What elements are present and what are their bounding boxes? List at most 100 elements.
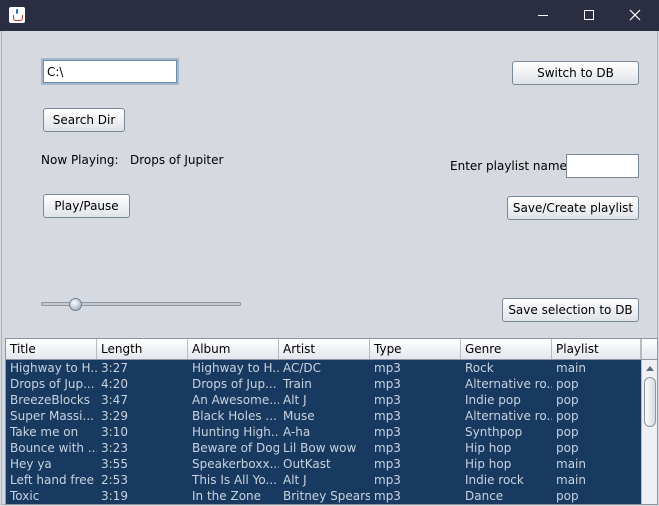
table-cell-length: 4:20: [101, 377, 128, 391]
table-row[interactable]: Highway to H... 3:27 Highway to H... AC/DC m…: [6, 360, 641, 376]
table-cell-playlist: main: [556, 473, 586, 487]
table-header: Title Length Album Artist Type Genre Playlist: [6, 339, 657, 360]
table-cell-type: mp3: [374, 489, 401, 503]
table-cell-playlist: main: [556, 361, 586, 375]
table-cell-artist: Britney Spears: [283, 489, 370, 503]
java-app-icon: [9, 7, 25, 23]
table-cell-artist: Alt J: [283, 473, 307, 487]
table-cell-playlist: pop: [556, 441, 579, 455]
table-cell-length: 3:27: [101, 361, 128, 375]
table-cell-title: BreezeBlocks: [10, 393, 91, 407]
search-dir-button[interactable]: Search Dir: [43, 108, 125, 132]
table-cell-album: This Is All Yo...: [192, 473, 277, 487]
table-cell-playlist: pop: [556, 489, 579, 503]
table-cell-album: Speakerboxx...: [192, 457, 279, 471]
table-cell-type: mp3: [374, 441, 401, 455]
table-cell-artist: AC/DC: [283, 361, 322, 375]
table-cell-length: 3:23: [101, 441, 128, 455]
volume-slider-thumb[interactable]: [69, 298, 83, 311]
table-cell-length: 3:19: [101, 489, 128, 503]
table-cell-length: 3:29: [101, 409, 128, 423]
table-row[interactable]: Toxic 3:19 In the Zone Britney Spears mp3 Dan…: [6, 488, 641, 504]
table-row[interactable]: BreezeBlocks 3:47 An Awesome... Alt J mp3 Ind…: [6, 392, 641, 408]
main-panel: Switch to DB Search Dir Now Playing: Dro…: [1, 31, 658, 505]
table-cell-title: Drops of Jup...: [10, 377, 95, 391]
table-row[interactable]: Take me on 3:10 Hunting High... A-ha mp3 Synt…: [6, 424, 641, 440]
table-cell-album: Black Holes ...: [192, 409, 277, 423]
table-cell-genre: Alternative ro...: [465, 377, 552, 391]
minimize-button[interactable]: [520, 0, 566, 31]
table-cell-playlist: pop: [556, 393, 579, 407]
table-cell-length: 3:10: [101, 425, 128, 439]
scroll-up-arrow-icon[interactable]: [645, 364, 655, 372]
switch-to-db-button[interactable]: Switch to DB: [512, 61, 639, 85]
table-cell-album: Hunting High...: [192, 425, 279, 439]
save-selection-to-db-button[interactable]: Save selection to DB: [502, 298, 639, 322]
table-cell-genre: Rock: [465, 361, 494, 375]
close-button[interactable]: [612, 0, 658, 31]
table-cell-title: Toxic: [10, 489, 40, 503]
minimize-icon: [538, 15, 548, 16]
table-cell-title: Bounce with ...: [10, 441, 97, 455]
table-cell-album: Drops of Jup...: [192, 377, 277, 391]
table-cell-type: mp3: [374, 393, 401, 407]
directory-path-input[interactable]: [41, 58, 179, 85]
playlist-name-input[interactable]: [566, 154, 639, 178]
table-cell-title: Super Massi...: [10, 409, 94, 423]
table-cell-artist: OutKast: [283, 457, 331, 471]
table-cell-genre: Hip hop: [465, 441, 512, 455]
table-cell-title: Hey ya: [10, 457, 52, 471]
now-playing-track: Drops of Jupiter: [130, 153, 224, 167]
table-row[interactable]: Super Massi... 3:29 Black Holes ... Muse mp3…: [6, 408, 641, 424]
column-header-artist[interactable]: Artist: [279, 339, 370, 359]
table-cell-type: mp3: [374, 377, 401, 391]
column-header-playlist[interactable]: Playlist: [552, 339, 641, 359]
scrollbar-thumb[interactable]: [644, 377, 656, 427]
title-bar: [0, 0, 659, 31]
table-cell-type: mp3: [374, 425, 401, 439]
table-cell-album: An Awesome...: [192, 393, 279, 407]
table-cell-artist: Alt J: [283, 393, 307, 407]
table-cell-title: Take me on: [10, 425, 79, 439]
table-cell-genre: Indie rock: [465, 473, 524, 487]
table-row[interactable]: Drops of Jup... 4:20 Drops of Jup... Train m…: [6, 376, 641, 392]
table-cell-length: 3:47: [101, 393, 128, 407]
table-cell-artist: Muse: [283, 409, 315, 423]
column-header-length[interactable]: Length: [97, 339, 188, 359]
table-cell-album: Highway to H...: [192, 361, 279, 375]
table-cell-artist: Lil Bow wow: [283, 441, 357, 455]
table-cell-length: 2:53: [101, 473, 128, 487]
table-cell-playlist: pop: [556, 409, 579, 423]
table-cell-length: 3:55: [101, 457, 128, 471]
table-row[interactable]: Bounce with ... 3:23 Beware of Dog Lil Bow …: [6, 440, 641, 456]
table-cell-genre: Synthpop: [465, 425, 523, 439]
table-cell-playlist: main: [556, 457, 586, 471]
table-cell-type: mp3: [374, 361, 401, 375]
column-header-album[interactable]: Album: [188, 339, 279, 359]
column-header-genre[interactable]: Genre: [461, 339, 552, 359]
songs-table: Title Length Album Artist Type Genre Playlist …: [5, 338, 658, 505]
table-header-corner: [641, 339, 657, 359]
table-cell-album: In the Zone: [192, 489, 262, 503]
play-pause-button[interactable]: Play/Pause: [43, 194, 130, 218]
table-cell-type: mp3: [374, 457, 401, 471]
column-header-title[interactable]: Title: [6, 339, 97, 359]
table-cell-album: Beware of Dog: [192, 441, 279, 455]
maximize-icon: [584, 10, 594, 20]
table-cell-genre: Dance: [465, 489, 504, 503]
now-playing-label: Now Playing:: [41, 153, 119, 167]
table-body: Highway to H... 3:27 Highway to H... AC/DC m…: [6, 360, 641, 504]
table-cell-title: Left hand free: [10, 473, 95, 487]
table-cell-playlist: pop: [556, 425, 579, 439]
close-icon: [629, 9, 641, 21]
column-header-type[interactable]: Type: [370, 339, 461, 359]
maximize-button[interactable]: [566, 0, 612, 31]
table-cell-genre: Hip hop: [465, 457, 512, 471]
table-cell-genre: Indie pop: [465, 393, 521, 407]
save-create-playlist-button[interactable]: Save/Create playlist: [507, 196, 639, 220]
table-cell-playlist: pop: [556, 377, 579, 391]
table-row[interactable]: Hey ya 3:55 Speakerboxx... OutKast mp3 Hip ho…: [6, 456, 641, 472]
table-cell-type: mp3: [374, 473, 401, 487]
table-row[interactable]: Left hand free 2:53 This Is All Yo... Alt J…: [6, 472, 641, 488]
table-vertical-scrollbar[interactable]: [641, 360, 657, 504]
